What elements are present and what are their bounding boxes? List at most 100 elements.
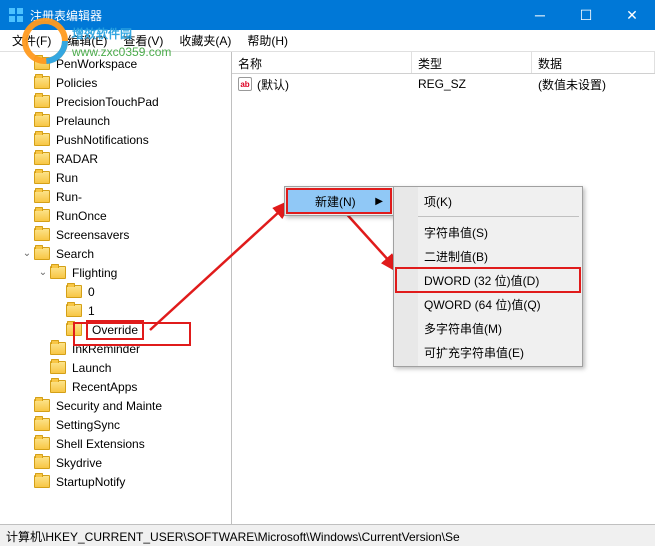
caret-none bbox=[36, 342, 50, 356]
caret-none bbox=[20, 228, 34, 242]
menu-item-multi[interactable]: 多字符串值(M) bbox=[396, 316, 580, 340]
tree-node[interactable]: StartupNotify bbox=[0, 472, 231, 491]
folder-icon bbox=[34, 437, 50, 450]
caret-none bbox=[20, 76, 34, 90]
tree-node[interactable]: Shell Extensions bbox=[0, 434, 231, 453]
list-row[interactable]: ab(默认)REG_SZ(数值未设置) bbox=[232, 74, 655, 94]
menu-file[interactable]: 文件(F) bbox=[4, 30, 59, 51]
caret-expanded-icon[interactable]: ⌄ bbox=[20, 247, 34, 261]
menu-favorites[interactable]: 收藏夹(A) bbox=[171, 30, 239, 51]
cell-type: REG_SZ bbox=[412, 75, 532, 93]
folder-icon bbox=[34, 399, 50, 412]
tree-node[interactable]: 0 bbox=[0, 282, 231, 301]
col-data[interactable]: 数据 bbox=[532, 52, 655, 73]
tree-label: Prelaunch bbox=[54, 114, 112, 128]
caret-none bbox=[52, 304, 66, 318]
tree-label: Skydrive bbox=[54, 456, 104, 470]
col-type[interactable]: 类型 bbox=[412, 52, 532, 73]
folder-icon bbox=[34, 456, 50, 469]
caret-none bbox=[52, 323, 66, 337]
tree-node[interactable]: RADAR bbox=[0, 149, 231, 168]
menu-item-string[interactable]: 字符串值(S) bbox=[396, 220, 580, 244]
folder-icon bbox=[50, 380, 66, 393]
menu-edit[interactable]: 编辑(E) bbox=[59, 30, 115, 51]
tree-node[interactable]: PenWorkspace bbox=[0, 54, 231, 73]
caret-none bbox=[20, 133, 34, 147]
folder-icon bbox=[34, 114, 50, 127]
statusbar: 计算机\HKEY_CURRENT_USER\SOFTWARE\Microsoft… bbox=[0, 524, 655, 546]
tree-node[interactable]: PushNotifications bbox=[0, 130, 231, 149]
tree-node[interactable]: ⌄Flighting bbox=[0, 263, 231, 282]
minimize-button[interactable]: ─ bbox=[517, 0, 563, 30]
tree-node[interactable]: ⌄ Search bbox=[0, 244, 231, 263]
string-value-icon: ab bbox=[238, 77, 252, 91]
folder-icon bbox=[34, 133, 50, 146]
col-name[interactable]: 名称 bbox=[232, 52, 412, 73]
menu-item-label: 新建(N) bbox=[315, 193, 356, 210]
tree-node[interactable]: Policies bbox=[0, 73, 231, 92]
tree-label: InkReminder bbox=[70, 342, 142, 356]
tree-label: Search bbox=[54, 247, 96, 261]
tree-label: Run bbox=[54, 171, 80, 185]
menu-item-dword[interactable]: DWORD (32 位)值(D) bbox=[396, 268, 580, 292]
caret-expanded-icon[interactable]: ⌄ bbox=[36, 266, 50, 280]
caret-none bbox=[36, 380, 50, 394]
list-pane[interactable]: 名称 类型 数据 ab(默认)REG_SZ(数值未设置) 新建(N) ▶ 项(K… bbox=[232, 52, 655, 524]
caret-none bbox=[20, 57, 34, 71]
menu-item-key[interactable]: 项(K) bbox=[396, 189, 580, 213]
tree-node[interactable]: Override bbox=[0, 320, 231, 339]
tree-node[interactable]: Launch bbox=[0, 358, 231, 377]
folder-icon bbox=[34, 475, 50, 488]
menu-view[interactable]: 查看(V) bbox=[115, 30, 171, 51]
caret-none bbox=[20, 456, 34, 470]
tree-label: Screensavers bbox=[54, 228, 131, 242]
menubar: 文件(F) 编辑(E) 查看(V) 收藏夹(A) 帮助(H) bbox=[0, 30, 655, 52]
tree-node[interactable]: RunOnce bbox=[0, 206, 231, 225]
caret-none bbox=[20, 399, 34, 413]
caret-none bbox=[20, 418, 34, 432]
caret-none bbox=[20, 95, 34, 109]
maximize-button[interactable]: ☐ bbox=[563, 0, 609, 30]
cell-data: (数值未设置) bbox=[532, 74, 655, 95]
menu-item-qword[interactable]: QWORD (64 位)值(Q) bbox=[396, 292, 580, 316]
tree-node[interactable]: Run bbox=[0, 168, 231, 187]
tree-node[interactable]: PrecisionTouchPad bbox=[0, 92, 231, 111]
tree-label: Override bbox=[86, 320, 144, 340]
titlebar: 注册表编辑器 ─ ☐ ✕ bbox=[0, 0, 655, 30]
menu-help[interactable]: 帮助(H) bbox=[239, 30, 296, 51]
menu-item-binary[interactable]: 二进制值(B) bbox=[396, 244, 580, 268]
folder-icon bbox=[66, 285, 82, 298]
tree-node[interactable]: Prelaunch bbox=[0, 111, 231, 130]
tree-label: 1 bbox=[86, 304, 97, 318]
folder-icon bbox=[34, 209, 50, 222]
menu-separator bbox=[397, 216, 579, 217]
submenu-arrow-icon: ▶ bbox=[375, 196, 383, 207]
tree-node[interactable]: InkReminder bbox=[0, 339, 231, 358]
caret-none bbox=[20, 209, 34, 223]
tree-node[interactable]: RecentApps bbox=[0, 377, 231, 396]
tree-node[interactable]: Screensavers bbox=[0, 225, 231, 244]
tree-node[interactable]: SettingSync bbox=[0, 415, 231, 434]
close-button[interactable]: ✕ bbox=[609, 0, 655, 30]
tree-node[interactable]: Skydrive bbox=[0, 453, 231, 472]
tree-node[interactable]: 1 bbox=[0, 301, 231, 320]
tree-label: PrecisionTouchPad bbox=[54, 95, 161, 109]
tree-pane[interactable]: PenWorkspace Policies PrecisionTouchPad Pre… bbox=[0, 52, 232, 524]
caret-none bbox=[20, 437, 34, 451]
statusbar-path: 计算机\HKEY_CURRENT_USER\SOFTWARE\Microsoft… bbox=[6, 530, 460, 544]
menu-item-expand[interactable]: 可扩充字符串值(E) bbox=[396, 340, 580, 364]
context-menu-main: 新建(N) ▶ bbox=[284, 186, 394, 216]
folder-icon bbox=[34, 228, 50, 241]
window-title: 注册表编辑器 bbox=[30, 7, 517, 24]
caret-none bbox=[36, 361, 50, 375]
tree-node[interactable]: Security and Mainte bbox=[0, 396, 231, 415]
folder-icon bbox=[34, 95, 50, 108]
menu-item-new[interactable]: 新建(N) ▶ bbox=[287, 189, 391, 213]
tree-label: PenWorkspace bbox=[54, 57, 139, 71]
tree-label: RecentApps bbox=[70, 380, 139, 394]
tree-node[interactable]: Run- bbox=[0, 187, 231, 206]
cell-name: ab(默认) bbox=[232, 74, 412, 95]
tree-label: SettingSync bbox=[54, 418, 122, 432]
folder-icon bbox=[34, 152, 50, 165]
list-header: 名称 类型 数据 bbox=[232, 52, 655, 74]
